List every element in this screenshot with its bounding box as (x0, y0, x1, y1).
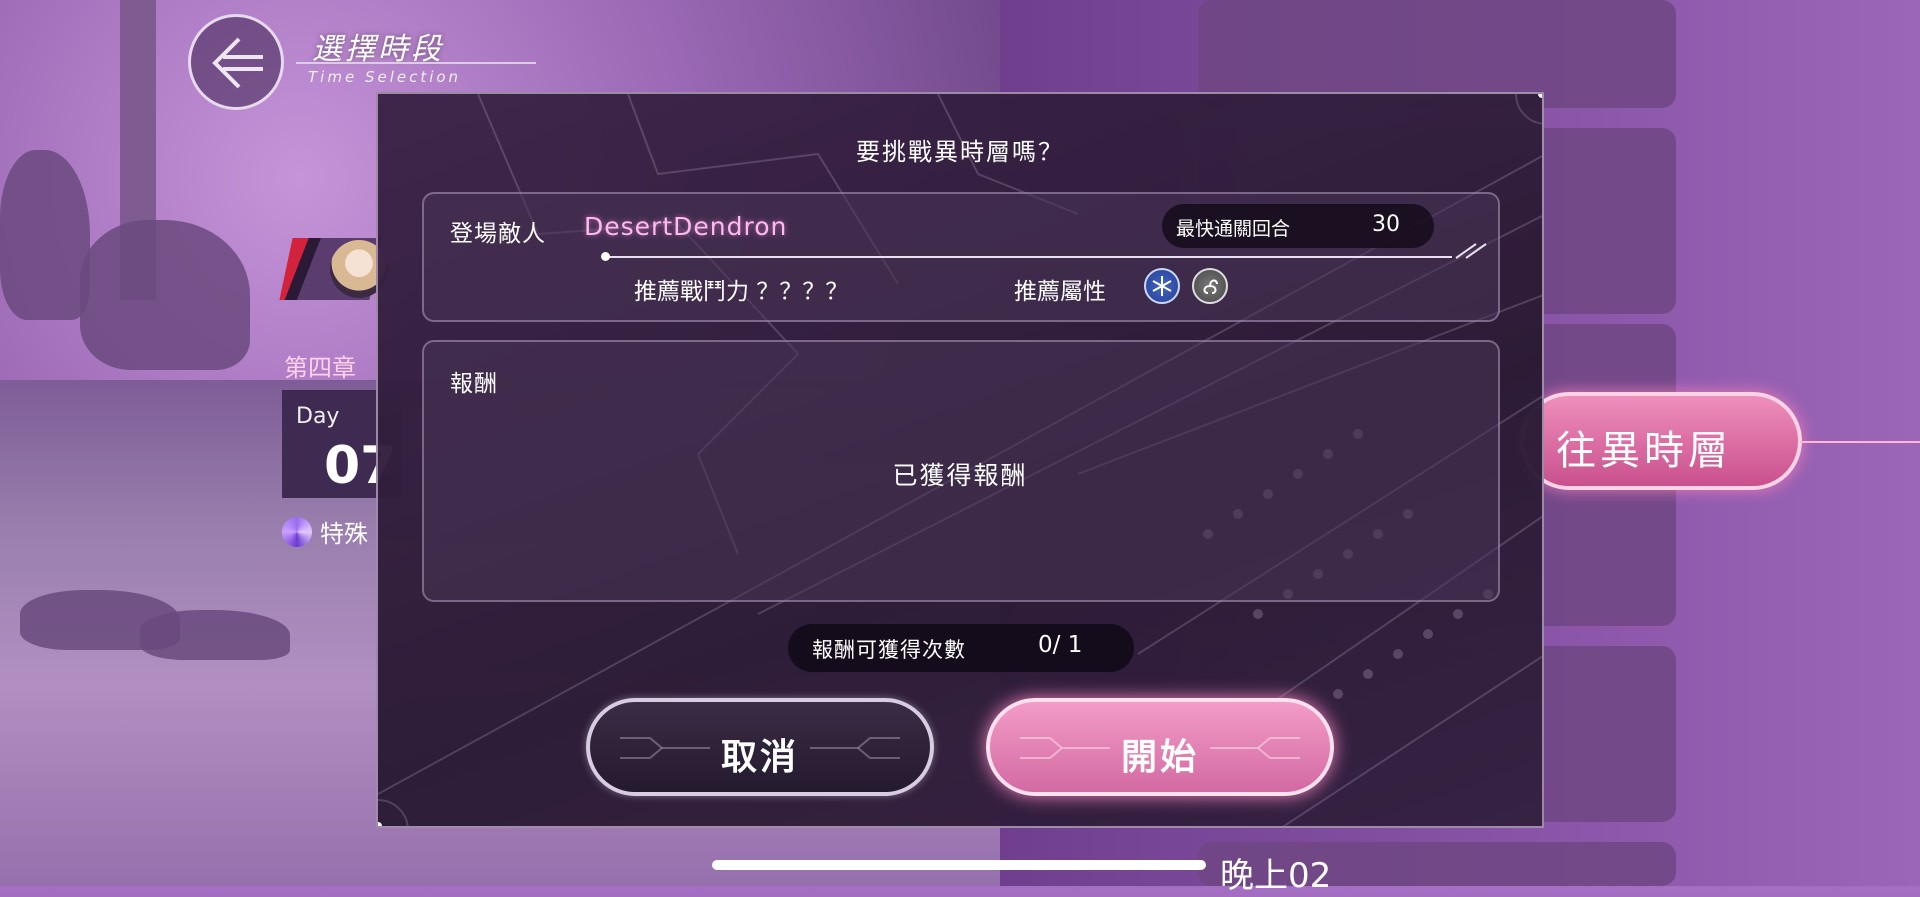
rock-lower-2 (140, 610, 290, 660)
reward-label: 報酬 (450, 371, 498, 397)
reward-count-label: 報酬可獲得次數 (812, 638, 966, 662)
enemy-label: 登場敵人 (450, 221, 546, 247)
back-button[interactable] (188, 14, 284, 110)
corner-dot (1538, 94, 1542, 98)
enemy-name: DesertDendron (584, 212, 788, 241)
special-label: 特殊 (320, 520, 368, 548)
ice-icon (1144, 268, 1180, 304)
goto-rift-label: 往異時層 (1556, 428, 1732, 474)
day-label: Day (296, 404, 340, 429)
challenge-dialog: 要挑戰異時層嗎？ 登場敵人 DesertDendron 最快通關回合 30 推薦… (376, 92, 1544, 828)
recommended-attribute-label: 推薦屬性 (1014, 279, 1106, 305)
slash-decoration (1455, 243, 1487, 259)
title-divider (296, 62, 536, 64)
reward-status: 已獲得報酬 (892, 461, 1028, 490)
rock-mid (80, 220, 250, 370)
chapter-label: 第四章 (284, 354, 356, 382)
rock-left (0, 150, 90, 320)
fastest-clear-value: 30 (1372, 212, 1400, 237)
enemy-divider (604, 256, 1452, 258)
start-label: 開始 (1120, 737, 1199, 778)
start-button[interactable]: 開始 (986, 698, 1334, 796)
goto-connector-line (1800, 441, 1920, 443)
fastest-clear-label: 最快通關回合 (1176, 218, 1291, 240)
swirl-icon (282, 516, 312, 547)
reward-count-value: 0/ 1 (1038, 632, 1083, 658)
wind-icon (1192, 268, 1228, 304)
arrow-left-icon (212, 37, 263, 89)
special-indicator: 特殊 (282, 514, 368, 549)
divider-dot (601, 252, 610, 261)
page-subtitle: Time Selection (308, 68, 462, 86)
time-slot-label: 晚上02 (1220, 856, 1332, 896)
recommended-power: 推薦戰鬥力 ？？？？ (634, 279, 849, 305)
cancel-label: 取消 (720, 737, 799, 778)
dialog-title: 要挑戰異時層嗎？ (856, 138, 1064, 166)
cancel-button[interactable]: 取消 (586, 698, 934, 796)
corner-dot (378, 822, 382, 826)
home-indicator[interactable] (712, 860, 1206, 870)
